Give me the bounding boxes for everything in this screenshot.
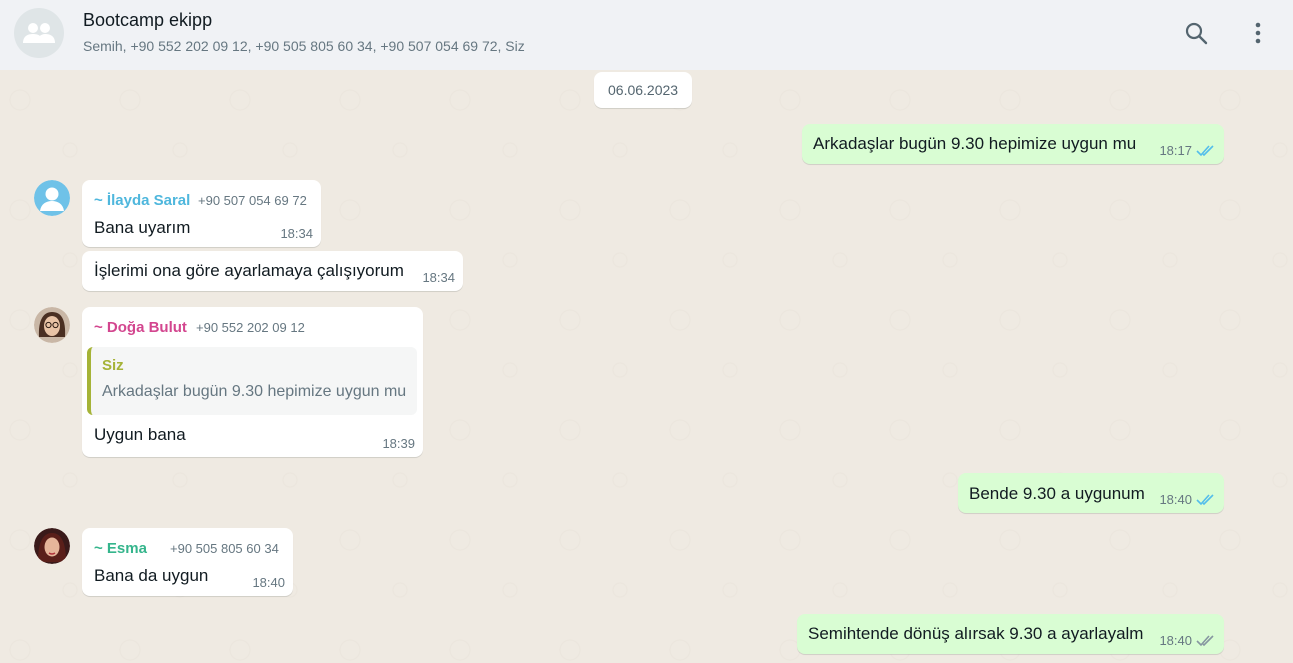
quoted-message[interactable]: Siz Arkadaşlar bugün 9.30 hepimize uygun… bbox=[87, 347, 417, 415]
message-text: Uygun bana bbox=[94, 425, 186, 444]
sender-phone: +90 505 805 60 34 bbox=[170, 541, 279, 556]
incoming-message[interactable]: ~ Esma +90 505 805 60 34 Bana da uygun 1… bbox=[82, 528, 293, 596]
sender-phone: +90 507 054 69 72 bbox=[198, 193, 307, 208]
double-check-delivered-icon bbox=[1196, 634, 1214, 646]
message-time: 18:34 bbox=[422, 270, 455, 285]
message-text: İşlerimi ona göre ayarlamaya çalışıyorum bbox=[94, 261, 404, 280]
sender-phone: +90 552 202 09 12 bbox=[196, 320, 305, 335]
quote-author: Siz bbox=[102, 357, 124, 374]
message-meta: 18:34 bbox=[422, 270, 455, 285]
message-meta: 18:34 bbox=[280, 226, 313, 241]
sender-name[interactable]: ~ İlayda Saral bbox=[94, 192, 190, 209]
message-text: Bende 9.30 a uygunum bbox=[969, 484, 1145, 503]
message-time: 18:40 bbox=[1159, 633, 1192, 648]
message-meta: 18:17 bbox=[1159, 143, 1216, 158]
message-time: 18:40 bbox=[252, 575, 285, 590]
outgoing-message[interactable]: Semihtende dönüş alırsak 9.30 a ayarlaya… bbox=[797, 614, 1224, 654]
outgoing-message[interactable]: Bende 9.30 a uygunum 18:40 bbox=[958, 473, 1224, 513]
incoming-message[interactable]: ~ Doğa Bulut +90 552 202 09 12 Siz Arkad… bbox=[82, 307, 423, 457]
chat-members[interactable]: Semih, +90 552 202 09 12, +90 505 805 60… bbox=[83, 38, 525, 54]
menu-button[interactable] bbox=[1243, 18, 1273, 48]
message-time: 18:40 bbox=[1159, 492, 1192, 507]
menu-dots-icon bbox=[1255, 22, 1261, 44]
message-time: 18:17 bbox=[1159, 143, 1192, 158]
message-text: Bana uyarım bbox=[94, 218, 191, 237]
chat-title[interactable]: Bootcamp ekipp bbox=[83, 10, 212, 31]
incoming-message[interactable]: ~ İlayda Saral +90 507 054 69 72 Bana uy… bbox=[82, 180, 321, 247]
search-button[interactable] bbox=[1181, 18, 1211, 48]
profile-photo-icon bbox=[34, 307, 70, 343]
message-meta: 18:40 bbox=[1159, 633, 1216, 648]
profile-photo-icon bbox=[34, 528, 70, 564]
incoming-message[interactable]: İşlerimi ona göre ayarlamaya çalışıyorum… bbox=[82, 251, 463, 291]
avatar-esma[interactable] bbox=[34, 528, 70, 564]
chat-header: Bootcamp ekipp Semih, +90 552 202 09 12,… bbox=[0, 0, 1293, 70]
avatar-ilayda[interactable] bbox=[34, 180, 70, 216]
group-icon bbox=[23, 23, 55, 43]
default-avatar-icon bbox=[34, 180, 70, 216]
date-chip: 06.06.2023 bbox=[594, 72, 693, 108]
message-text: Arkadaşlar bugün 9.30 hepimize uygun mu bbox=[813, 134, 1137, 153]
search-icon bbox=[1185, 22, 1208, 45]
message-text: Semihtende dönüş alırsak 9.30 a ayarlaya… bbox=[808, 624, 1144, 643]
double-check-read-icon bbox=[1196, 493, 1214, 505]
sender-name[interactable]: ~ Esma bbox=[94, 540, 147, 557]
avatar-doga[interactable] bbox=[34, 307, 70, 343]
message-text: Bana da uygun bbox=[94, 566, 209, 585]
message-meta: 18:40 bbox=[1159, 492, 1216, 507]
message-time: 18:34 bbox=[280, 226, 313, 241]
quote-text: Arkadaşlar bugün 9.30 hepimize uygun mu bbox=[102, 383, 407, 400]
message-time: 18:39 bbox=[382, 436, 415, 451]
sender-name[interactable]: ~ Doğa Bulut bbox=[94, 319, 187, 336]
group-avatar[interactable] bbox=[14, 8, 64, 58]
message-meta: 18:39 bbox=[382, 436, 415, 451]
outgoing-message[interactable]: Arkadaşlar bugün 9.30 hepimize uygun mu … bbox=[802, 124, 1224, 164]
double-check-read-icon bbox=[1196, 144, 1214, 156]
chat-area[interactable]: 06.06.2023 Arkadaşlar bugün 9.30 hepimiz… bbox=[0, 70, 1293, 663]
message-meta: 18:40 bbox=[252, 575, 285, 590]
